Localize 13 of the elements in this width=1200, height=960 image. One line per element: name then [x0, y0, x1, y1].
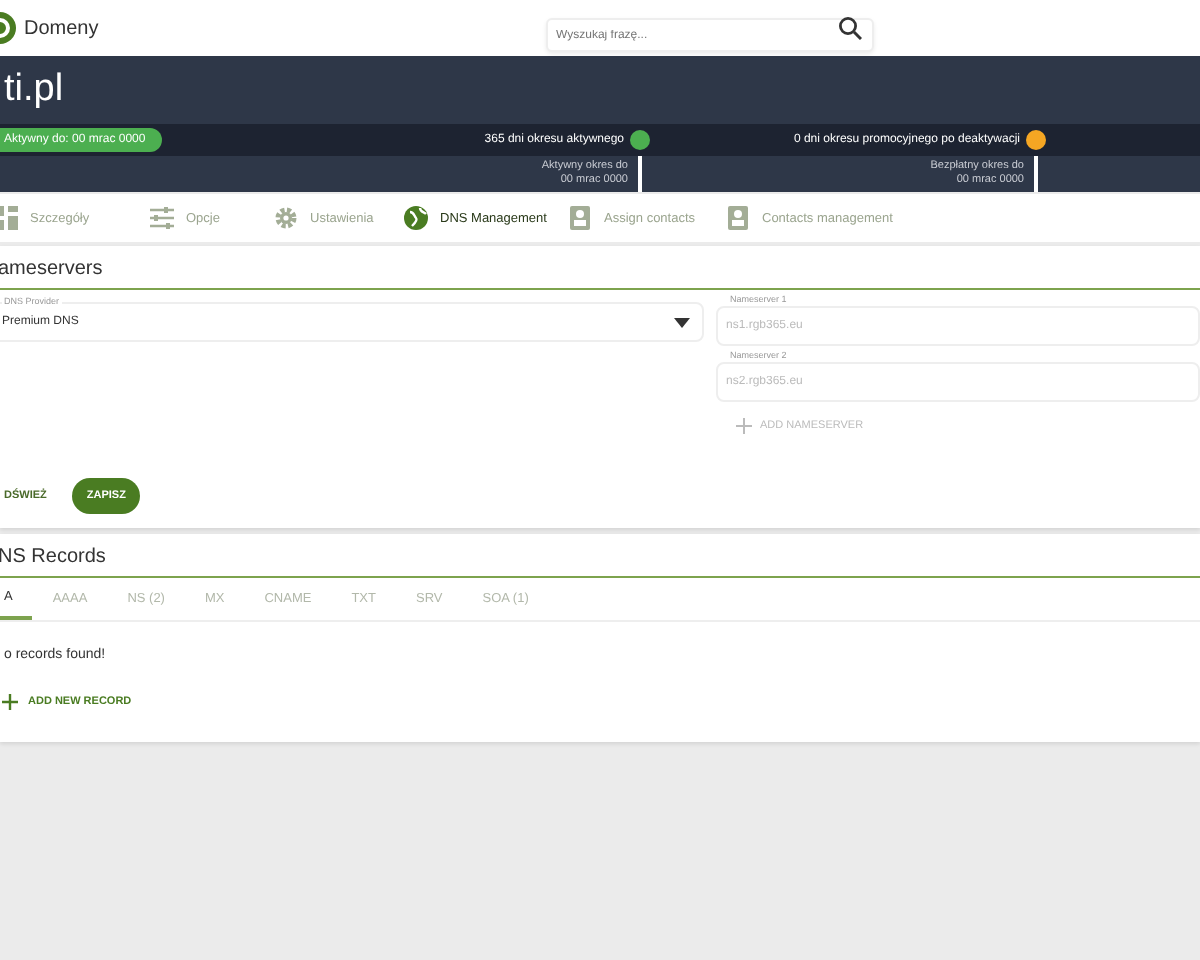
caret-icon: [674, 317, 690, 327]
plus-icon: [2, 694, 18, 710]
app-name: Domeny: [24, 17, 99, 39]
settings-icon: [272, 204, 300, 232]
globe-icon: [402, 204, 430, 232]
contact-card-icon: [566, 204, 594, 232]
domain-title: ti.pl: [2, 66, 66, 114]
search-icon: [838, 16, 862, 40]
card-title: NS Records: [0, 534, 1200, 578]
sliders-icon: [148, 204, 176, 232]
contact-card-icon: [724, 204, 752, 232]
plus-icon: [736, 418, 752, 434]
grid-icon: [0, 204, 20, 232]
